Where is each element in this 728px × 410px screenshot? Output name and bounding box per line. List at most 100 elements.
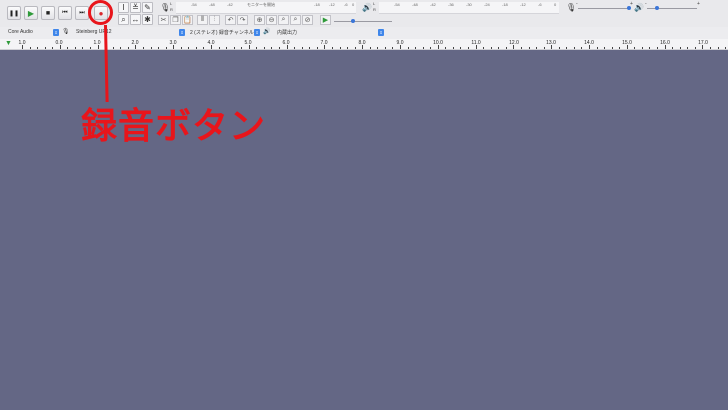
play-at-speed-icon: ▶	[322, 17, 329, 24]
record-meter-tick: -48	[209, 2, 215, 7]
ruler-tick	[475, 45, 477, 49]
ruler-tick	[294, 47, 296, 49]
arrows-icon: ↔	[131, 14, 140, 24]
record-meter-tick: -6	[344, 2, 348, 7]
draw-tool[interactable]: ✎	[142, 2, 153, 13]
input-mic-icon: 🎙	[62, 29, 70, 35]
zoom-in-button[interactable]: ⊕	[254, 15, 265, 25]
redo-button[interactable]: ↷	[237, 15, 248, 25]
selection-tool[interactable]: I	[118, 2, 129, 13]
skip-to-end-button[interactable]: ⏭	[75, 6, 89, 20]
playback-volume-knob[interactable]	[655, 6, 659, 10]
ruler-tick	[437, 45, 439, 49]
ruler-tick	[581, 47, 583, 49]
record-volume-slider[interactable]	[578, 8, 630, 9]
channels-select[interactable]: 2 (ステレオ) 録音チャンネル	[190, 29, 254, 36]
ruler-tick	[634, 47, 636, 49]
play-meter-tick: -18	[502, 2, 508, 7]
ruler-tick	[566, 47, 568, 49]
ruler-tick	[256, 47, 258, 49]
zoom-toggle-icon: ⊘	[304, 17, 311, 24]
zoom-tool[interactable]: ⌕	[118, 14, 129, 25]
zoom-out-icon: ⊖	[268, 17, 275, 24]
output-device-dropdown-icon[interactable]: ⇕	[378, 29, 384, 36]
play-head-icon[interactable]: ▼	[5, 40, 12, 47]
ruler-tick	[702, 45, 704, 49]
playback-meter[interactable]: -54 -48 -42 -36 -30 -24 -18 -12 -6 0	[379, 2, 559, 14]
ruler-tick	[407, 47, 409, 49]
ruler-tick	[589, 45, 590, 49]
ruler-tick	[324, 45, 326, 49]
skip-end-icon: ⏭	[79, 9, 85, 16]
ruler-tick	[384, 47, 386, 49]
ruler-tick	[649, 47, 651, 49]
record-meter[interactable]: -54 -48 -42 モニターを開始 -18 -12 -6 0	[176, 2, 356, 14]
channels-dropdown-icon[interactable]: ⇕	[254, 29, 260, 36]
ruler-tick	[309, 47, 311, 49]
i-beam-icon: I	[122, 2, 125, 12]
playback-volume-plus: +	[697, 1, 700, 7]
zoom-fit-icon: ⌕	[293, 16, 298, 23]
ruler-tick	[551, 45, 553, 49]
zoom-toggle-button[interactable]: ⊘	[302, 15, 313, 25]
audio-host-dropdown-icon[interactable]: ⇕	[53, 29, 59, 36]
fit-selection-button[interactable]: ⌕	[278, 15, 289, 25]
record-meter-tick: -12	[329, 2, 335, 7]
output-device-select[interactable]: 内蔵出力	[277, 29, 297, 36]
ruler-tick	[536, 47, 538, 49]
output-speaker-icon: 🔊	[263, 29, 271, 35]
ruler-tick	[354, 47, 356, 49]
play-speed-knob[interactable]	[351, 19, 355, 23]
audio-host-select[interactable]: Core Audio	[8, 29, 33, 35]
ruler-tick	[271, 47, 273, 49]
ruler-tick	[415, 47, 417, 49]
play-button[interactable]: ▶	[24, 6, 38, 20]
ruler-tick	[29, 47, 31, 49]
ruler-tick	[203, 47, 205, 49]
ruler-tick	[52, 47, 54, 49]
ruler-tick	[173, 45, 175, 49]
zoom-out-button[interactable]: ⊖	[266, 15, 277, 25]
ruler-tick	[97, 45, 99, 49]
play-at-speed-button[interactable]: ▶	[320, 15, 331, 25]
envelope-tool[interactable]: ≚	[130, 2, 141, 13]
ruler-tick	[422, 47, 424, 49]
play-meter-tick: -48	[412, 2, 418, 7]
ruler-tick	[331, 47, 333, 49]
playback-volume-icon: 🔊	[634, 3, 644, 12]
input-device-dropdown-icon[interactable]: ⇕	[179, 29, 185, 36]
ruler-tick	[505, 47, 507, 49]
multi-tool[interactable]: ✱	[142, 14, 153, 25]
ruler-tick	[279, 47, 281, 49]
play-speed-slider[interactable]	[334, 21, 392, 22]
undo-button[interactable]: ↶	[225, 15, 236, 25]
ruler-tick	[188, 47, 190, 49]
fit-project-button[interactable]: ⌕	[290, 15, 301, 25]
ruler-tick	[687, 47, 689, 49]
microphone-icon: 🎙	[160, 3, 171, 12]
time-shift-tool[interactable]: ↔	[130, 14, 141, 25]
timeline-ruler[interactable]: ▼ 1.0 0.0 1.0 2.0 3.0 4.0 5.0 6.0 7.0 8.…	[0, 39, 728, 50]
ruler-tick	[44, 47, 46, 49]
ruler-tick	[127, 47, 129, 49]
trim-button[interactable]: ⫴	[197, 15, 208, 25]
copy-button[interactable]: ❐	[170, 15, 181, 25]
ruler-tick	[392, 47, 394, 49]
ruler-tick	[22, 45, 23, 49]
ruler-tick	[286, 45, 288, 49]
pencil-icon: ✎	[144, 2, 151, 12]
skip-to-start-button[interactable]: ⏮	[58, 6, 72, 20]
scissors-icon: ✂	[160, 17, 167, 24]
stop-button[interactable]: ■	[41, 6, 55, 20]
redo-icon: ↷	[239, 17, 246, 24]
ruler-tick	[362, 45, 364, 49]
ruler-tick	[528, 47, 530, 49]
paste-button[interactable]: 📋	[182, 15, 193, 25]
ruler-tick	[90, 47, 92, 49]
cut-button[interactable]: ✂	[158, 15, 169, 25]
ruler-tick	[543, 47, 545, 49]
pause-button[interactable]: ❚❚	[7, 6, 21, 20]
silence-button[interactable]: ⫶	[209, 15, 220, 25]
ruler-tick	[195, 47, 197, 49]
record-meter-tick: -18	[314, 2, 320, 7]
